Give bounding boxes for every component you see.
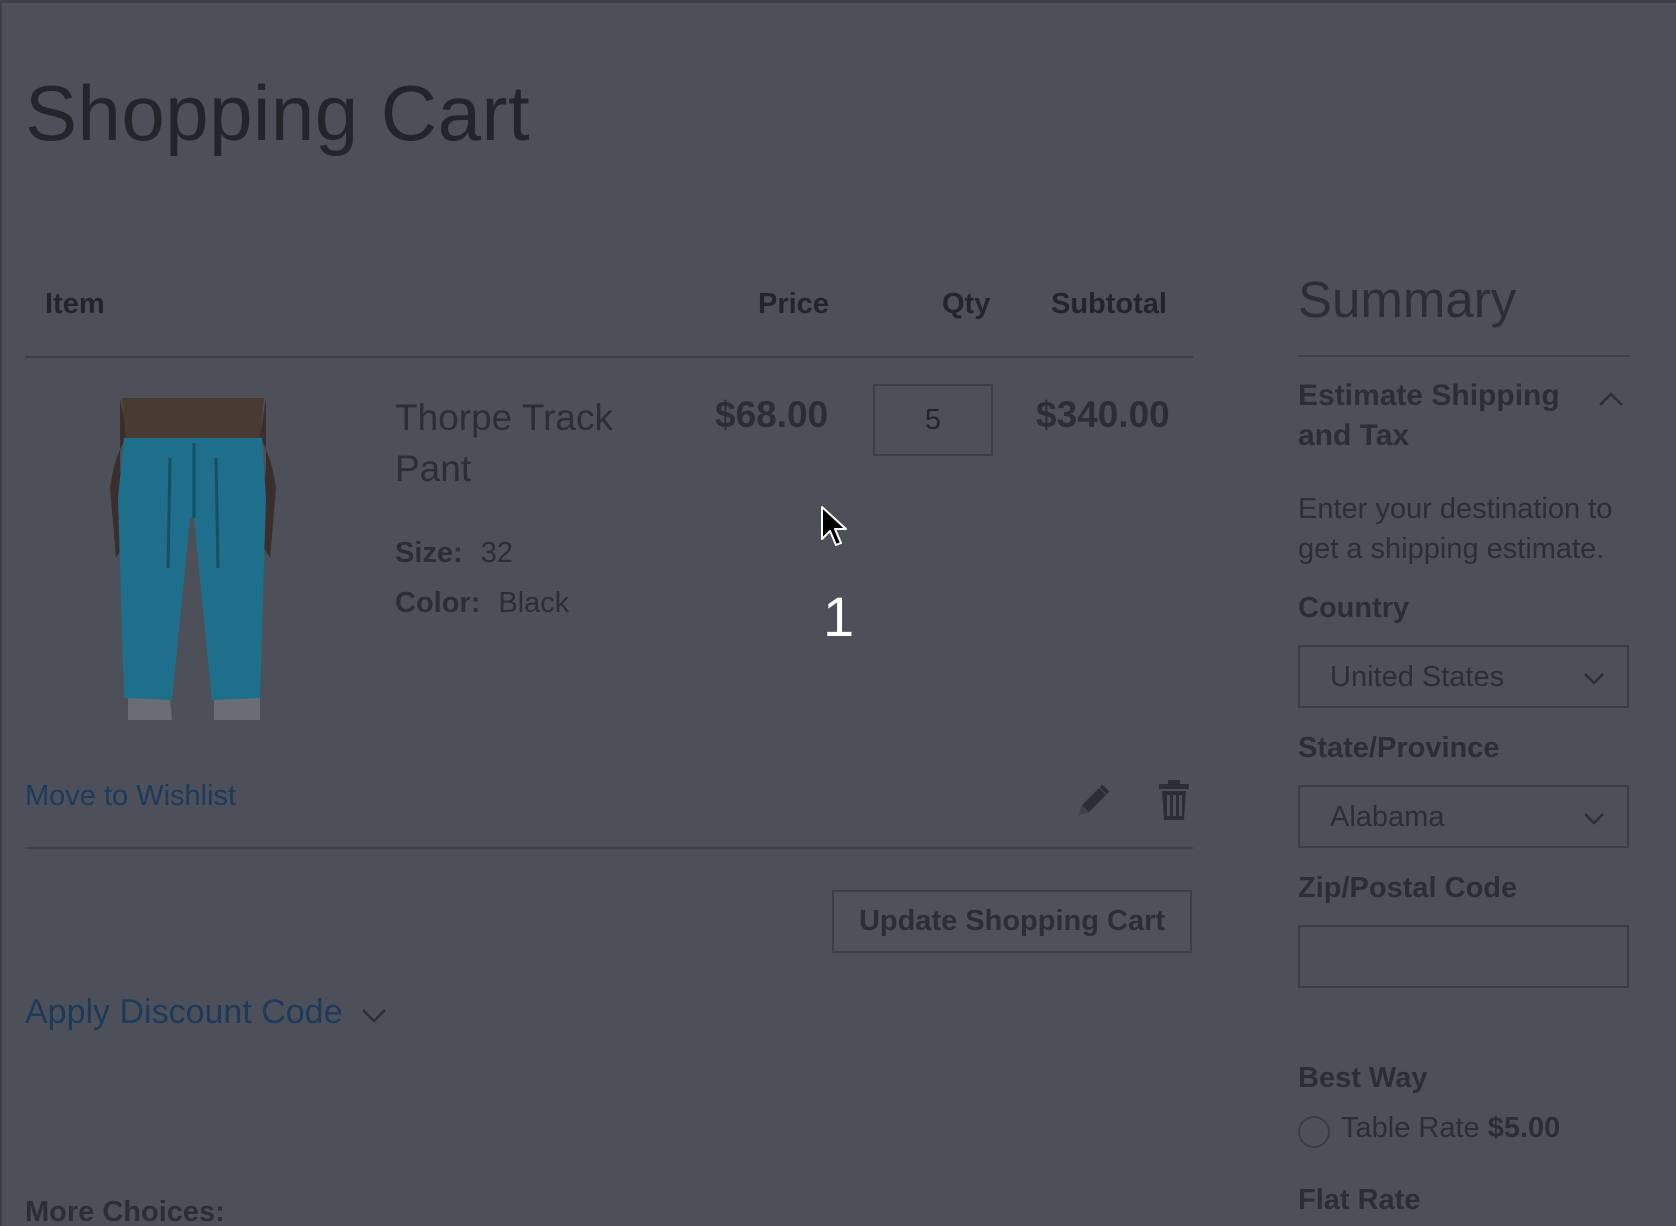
product-option-size: Size: 32 (395, 537, 513, 570)
qty-input[interactable] (873, 384, 993, 456)
zip-input[interactable] (1298, 925, 1629, 988)
option-label: Color: (395, 587, 481, 619)
estimate-shipping-toggle[interactable]: Estimate Shipping and Tax (1298, 376, 1588, 456)
page-title: Shopping Cart (25, 69, 531, 157)
move-to-wishlist-link[interactable]: Move to Wishlist (25, 780, 236, 813)
chevron-down-icon (1584, 813, 1604, 825)
rate-price: $5.00 (1487, 1112, 1561, 1144)
apply-discount-toggle[interactable]: Apply Discount Code (25, 993, 343, 1032)
pencil-icon[interactable] (1075, 783, 1111, 819)
country-label: Country (1298, 592, 1410, 624)
item-divider (25, 847, 1193, 849)
update-cart-button[interactable]: Update Shopping Cart (832, 890, 1192, 953)
top-border (0, 0, 1676, 3)
table-header-divider (25, 356, 1193, 358)
state-select[interactable]: Alabama (1298, 785, 1629, 848)
chevron-up-icon[interactable] (1598, 390, 1624, 408)
product-option-color: Color: Black (395, 587, 569, 620)
item-subtotal: $340.00 (1036, 394, 1170, 435)
more-choices-heading: More Choices: (25, 1196, 225, 1226)
trash-icon[interactable] (1158, 780, 1190, 820)
estimate-description: Enter your destination to get a shipping… (1298, 493, 1613, 565)
rate-label: Table Rate (1341, 1112, 1480, 1144)
page: Shopping Cart Item Price Qty Subtotal Th… (0, 0, 1676, 1226)
column-header-qty: Qty (942, 288, 991, 320)
summary-title: Summary (1298, 271, 1517, 328)
table-rate-radio[interactable] (1298, 1116, 1330, 1148)
column-header-price: Price (758, 288, 829, 320)
option-value: 32 (480, 537, 513, 569)
left-border (0, 0, 2, 1226)
table-rate-option[interactable]: Table Rate $5.00 (1341, 1112, 1560, 1145)
item-price: $68.00 (715, 394, 829, 435)
chevron-down-icon (1584, 673, 1604, 685)
shipping-carrier-best-way: Best Way (1298, 1062, 1428, 1094)
zip-label: Zip/Postal Code (1298, 872, 1518, 904)
country-select[interactable]: United States (1298, 645, 1629, 708)
product-name[interactable]: Thorpe Track Pant (395, 392, 675, 494)
mouse-cursor-icon (821, 506, 847, 546)
state-select-value: Alabama (1330, 801, 1445, 833)
option-value: Black (498, 587, 570, 619)
state-label: State/Province (1298, 732, 1500, 764)
step-number: 1 (823, 585, 855, 648)
column-header-subtotal: Subtotal (1051, 288, 1167, 320)
summary-divider (1298, 355, 1630, 357)
option-label: Size: (395, 537, 463, 569)
product-image[interactable] (110, 398, 276, 728)
country-select-value: United States (1330, 661, 1505, 693)
column-header-item: Item (45, 288, 105, 320)
shipping-carrier-flat-rate: Flat Rate (1298, 1184, 1421, 1216)
chevron-down-icon[interactable] (361, 1005, 387, 1025)
